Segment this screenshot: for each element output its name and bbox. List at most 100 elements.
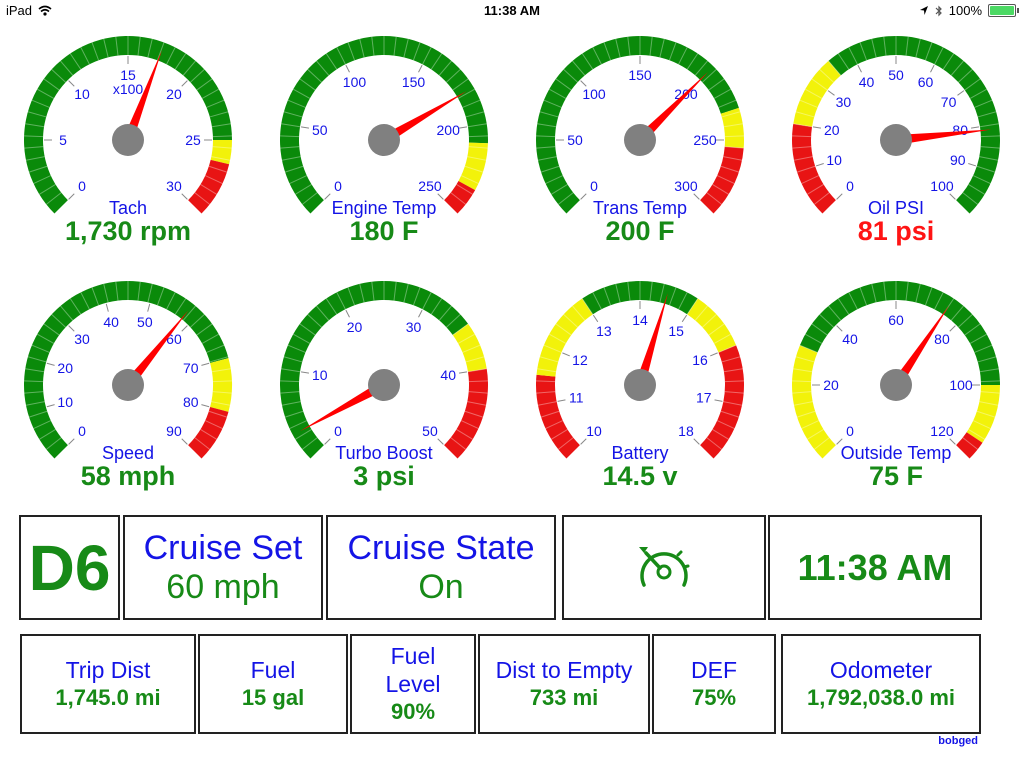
gauge-tick-label: 80 <box>183 394 199 410</box>
gauge-tick-label: 30 <box>166 178 182 194</box>
gauge-tick-label: 0 <box>334 178 342 194</box>
gauge-tick <box>300 371 310 374</box>
gauge-engine-temp-dial: 0 50 100 150 200 250 <box>280 36 488 214</box>
gauge-tick-label: 250 <box>418 178 442 194</box>
gauge-tick-label: 100 <box>343 74 367 90</box>
gauge-hub <box>624 124 656 156</box>
cruise-set-value: 60 mph <box>166 567 280 606</box>
gauge-tick <box>827 90 835 96</box>
gauge-tick-label: 80 <box>934 331 950 347</box>
gauge-tick-label: 10 <box>826 152 842 168</box>
gauge-tick <box>46 362 55 366</box>
gauge-value: 81 psi <box>857 216 935 246</box>
gauge-zone-yellow <box>687 298 737 353</box>
gauge-value: 58 mph <box>80 461 176 491</box>
gauge-tick-label: 40 <box>103 314 119 330</box>
dist-to-empty-label: Dist to Empty <box>495 657 633 683</box>
gauge-battery-dial: 10 11 12 13 14 15 16 17 18 <box>536 281 744 459</box>
gauge-tick-label: 5 <box>59 132 67 148</box>
gauge-turbo-boost-dial: 0 10 20 30 40 50 <box>280 281 488 459</box>
gauge-hub <box>112 369 144 401</box>
fuel-level-panel: Fuel Level 90% <box>350 634 476 734</box>
gauge-tick-label: 30 <box>836 94 852 110</box>
gauge-tick-label: 0 <box>78 423 86 439</box>
cruise-set-label: Cruise Set <box>143 528 303 567</box>
gauge-tick <box>201 362 210 366</box>
fuel-label: Fuel <box>250 657 296 683</box>
location-icon <box>919 6 928 15</box>
battery-percent: 100% <box>948 3 982 18</box>
gauge-tick-label: 14 <box>632 312 648 328</box>
gauge-tick <box>46 404 55 408</box>
gauge-tick-label: 12 <box>572 352 588 368</box>
cruise-set-panel: Cruise Set 60 mph <box>123 515 323 620</box>
gauge-value: 14.5 v <box>602 461 678 491</box>
gauge-tick <box>710 352 718 357</box>
gauge-tick-label: 20 <box>166 86 182 102</box>
gauge-tick-label: 150 <box>628 67 652 83</box>
gauge-tick-label: 100 <box>930 178 954 194</box>
gauge-tick-label: 50 <box>422 423 438 439</box>
gauge-battery: 10 11 12 13 14 15 16 17 18 Battery 14.5 v <box>512 267 768 497</box>
gauge-tick-label: 100 <box>582 86 606 102</box>
gauge-tick <box>458 371 468 374</box>
fuel-level-value: 90% <box>390 699 436 724</box>
gauge-value: 1,730 rpm <box>64 216 192 246</box>
gauge-tick-label: 0 <box>846 178 854 194</box>
cruise-control-icon <box>639 546 690 587</box>
gauge-tick-label: 25 <box>185 132 201 148</box>
bluetooth-icon <box>935 5 942 16</box>
gauge-tick-label: 40 <box>859 74 875 90</box>
gauge-tick <box>930 64 935 73</box>
clock-value: 11:38 AM <box>797 546 953 588</box>
gauge-tick <box>345 64 350 73</box>
status-bar: iPad 11:38 AM 100% <box>0 0 1024 22</box>
gauge-tick <box>957 90 965 96</box>
cruise-icon-panel <box>562 515 766 620</box>
gauge-hub <box>368 124 400 156</box>
gauge-outside-temp: 0 20 40 60 80 100 120 Outside Temp 75 F <box>768 267 1024 497</box>
gauge-tick-label: 10 <box>57 394 73 410</box>
gauge-tick <box>300 126 310 129</box>
def-panel: DEF 75% <box>652 634 776 734</box>
gauge-oil-psi-dial: 010203040 50 60708090100 <box>792 35 1001 214</box>
gauge-tick-label: 16 <box>692 352 708 368</box>
dist-to-empty-panel: Dist to Empty 733 mi <box>478 634 650 734</box>
gauge-tick <box>181 80 188 87</box>
gauge-tick <box>557 399 566 402</box>
gauge-hub <box>880 369 912 401</box>
gauge-speed-dial: 010203040 5060708090 <box>23 281 232 459</box>
gauge-tick <box>105 303 109 312</box>
cruise-state-value: On <box>418 567 464 606</box>
dist-to-empty-value: 733 mi <box>529 685 599 710</box>
gauge-tick-label: 70 <box>941 94 957 110</box>
gauge-tick <box>562 352 570 357</box>
gauge-tick-label: 150 <box>402 74 426 90</box>
gauge-tick-label: 20 <box>824 122 840 138</box>
gear-value: D6 <box>28 531 111 604</box>
battery-icon <box>988 4 1019 17</box>
gauge-outside-temp-dial: 0 20 40 60 80 100 120 <box>792 281 1000 459</box>
cruise-state-label: Cruise State <box>347 528 535 567</box>
fuel-level-label: Fuel Level <box>385 643 441 697</box>
gauge-tick-label: 0 <box>78 178 86 194</box>
odometer-panel: Odometer 1,792,038.0 mi <box>781 634 981 734</box>
gauge-tick-label: 50 <box>567 132 583 148</box>
gauge-tick-label: 0 <box>846 423 854 439</box>
gauge-tick <box>681 314 688 323</box>
gauge-tick <box>970 126 980 129</box>
odometer-label: Odometer <box>829 657 933 683</box>
trip-dist-label: Trip Dist <box>65 657 151 683</box>
gauge-tick-label: 17 <box>696 390 712 406</box>
gauge-tick-label: 50 <box>137 314 153 330</box>
trip-dist-panel: Trip Dist 1,745.0 mi <box>20 634 196 734</box>
gauge-tick <box>418 64 423 73</box>
trip-dist-value: 1,745.0 mi <box>55 685 161 710</box>
gauge-hub <box>368 369 400 401</box>
gauge-tick-label: 70 <box>183 360 199 376</box>
fuel-panel: Fuel 15 gal <box>198 634 348 734</box>
gauge-tick-label: 10 <box>586 423 602 439</box>
gauge-tick-label: 20 <box>823 377 839 393</box>
gauge-tick-label: 15 <box>668 323 684 339</box>
gauge-tick-label: 300 <box>674 178 698 194</box>
